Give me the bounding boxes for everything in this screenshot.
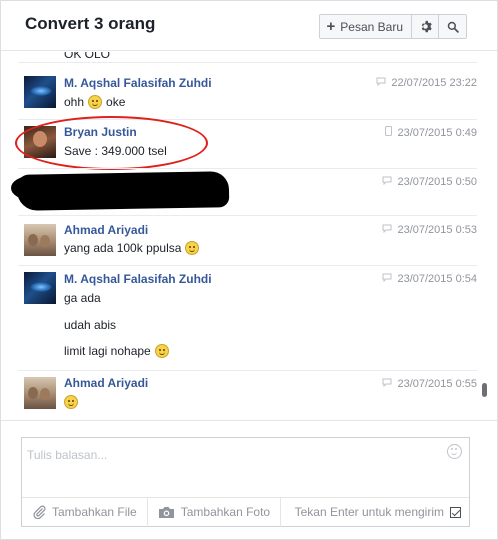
timestamp-text: 23/07/2015 0:50 xyxy=(397,176,477,188)
enter-to-send-label: Tekan Enter untuk mengirim xyxy=(294,505,444,519)
timestamp: 23/07/2015 0:50 xyxy=(382,176,477,188)
chat-bubble-icon xyxy=(382,378,392,390)
avatar[interactable] xyxy=(24,126,56,158)
message-line: udah abis xyxy=(64,318,117,332)
message-divider xyxy=(18,265,477,266)
camera-icon xyxy=(158,506,175,519)
reply-composer: Tambahkan File Tambahkan Foto Tekan Ente… xyxy=(21,437,470,527)
emoji-picker-icon[interactable] xyxy=(447,444,462,459)
new-message-button[interactable]: + Pesan Baru xyxy=(319,15,412,38)
avatar[interactable] xyxy=(24,224,56,256)
paperclip-icon xyxy=(32,505,46,519)
message-text: Save : 349.000 tsel xyxy=(64,144,167,158)
timestamp-text: 23/07/2015 0:49 xyxy=(397,126,477,139)
mobile-phone-icon xyxy=(385,126,393,139)
avatar[interactable] xyxy=(24,377,56,409)
message-text: yang ada 100k ppulsa xyxy=(64,241,200,255)
smile-emoji-icon xyxy=(64,395,78,409)
message-line: ga ada xyxy=(64,291,101,305)
truncated-message: OK OLO xyxy=(64,52,111,61)
chat-bubble-icon xyxy=(376,77,386,89)
tongue-emoji-icon xyxy=(154,344,169,358)
message-line: Save : 349.000 tsel xyxy=(64,144,167,158)
censored-sender xyxy=(16,171,230,211)
header-actions: + Pesan Baru xyxy=(318,14,467,39)
avatar[interactable] xyxy=(24,272,56,304)
timestamp: 23/07/2015 0:55 xyxy=(382,378,477,390)
timestamp-text: 23/07/2015 0:55 xyxy=(397,378,477,390)
message-list[interactable]: OK OLO M. Aqshal Falasifah Zuhdi 22/07/2… xyxy=(1,52,497,421)
add-photo-label: Tambahkan Foto xyxy=(180,505,271,519)
enter-to-send-checkbox[interactable] xyxy=(450,506,461,518)
conversation-header: Convert 3 orang + Pesan Baru xyxy=(1,1,497,51)
message-divider xyxy=(18,370,477,371)
message-text: udah abis xyxy=(64,318,116,332)
smile-emoji-icon xyxy=(88,95,103,109)
add-photo-button[interactable]: Tambahkan Foto xyxy=(148,497,282,527)
timestamp-text: 23/07/2015 0:54 xyxy=(397,273,477,285)
message-divider xyxy=(18,215,477,216)
chat-bubble-icon xyxy=(382,224,392,236)
conversation-window: Convert 3 orang + Pesan Baru OK OLO M. A… xyxy=(0,0,498,540)
plus-icon: + xyxy=(326,18,336,35)
message-divider xyxy=(18,62,477,63)
sender-name[interactable]: Bryan Justin xyxy=(64,125,137,139)
conversation-title: Convert 3 orang xyxy=(25,14,156,33)
message-text: ga ada xyxy=(64,291,101,305)
smile-emoji-icon xyxy=(185,241,200,255)
timestamp: 23/07/2015 0:53 xyxy=(382,224,477,236)
search-button[interactable] xyxy=(439,15,466,38)
timestamp: 22/07/2015 23:22 xyxy=(376,77,477,89)
sender-name[interactable]: M. Aqshal Falasifah Zuhdi xyxy=(64,76,212,90)
add-file-label: Tambahkan File xyxy=(52,505,137,519)
message-divider xyxy=(18,119,477,120)
new-message-label: Pesan Baru xyxy=(340,19,403,34)
message-divider xyxy=(18,168,477,169)
reply-input[interactable] xyxy=(27,444,427,466)
composer-toolbar: Tambahkan File Tambahkan Foto Tekan Ente… xyxy=(22,497,469,527)
message-text: ohh oke xyxy=(64,95,125,109)
add-file-button[interactable]: Tambahkan File xyxy=(22,497,148,527)
timestamp-text: 23/07/2015 0:53 xyxy=(397,224,477,236)
gear-icon xyxy=(421,20,432,33)
message-line: oke xyxy=(106,95,126,109)
scrollbar-thumb[interactable] xyxy=(482,383,487,397)
sender-name[interactable]: Ahmad Ariyadi xyxy=(64,376,148,390)
chat-bubble-icon xyxy=(382,273,392,285)
message-line: ohh xyxy=(64,95,85,109)
enter-to-send-toggle[interactable]: Tekan Enter untuk mengirim xyxy=(285,498,469,527)
message-text: limit lagi nohape xyxy=(64,344,169,358)
timestamp: 23/07/2015 0:49 xyxy=(385,126,477,139)
timestamp: 23/07/2015 0:54 xyxy=(382,273,477,285)
sender-name[interactable]: M. Aqshal Falasifah Zuhdi xyxy=(64,272,212,286)
message-text xyxy=(64,395,78,409)
settings-button[interactable] xyxy=(412,15,439,38)
avatar[interactable] xyxy=(24,76,56,108)
timestamp-text: 22/07/2015 23:22 xyxy=(391,77,477,89)
sender-name[interactable]: Ahmad Ariyadi xyxy=(64,223,148,237)
message-line: limit lagi nohape xyxy=(64,344,151,358)
search-icon xyxy=(447,21,459,33)
chat-bubble-icon xyxy=(382,176,392,188)
message-line: yang ada 100k ppulsa xyxy=(64,241,182,255)
